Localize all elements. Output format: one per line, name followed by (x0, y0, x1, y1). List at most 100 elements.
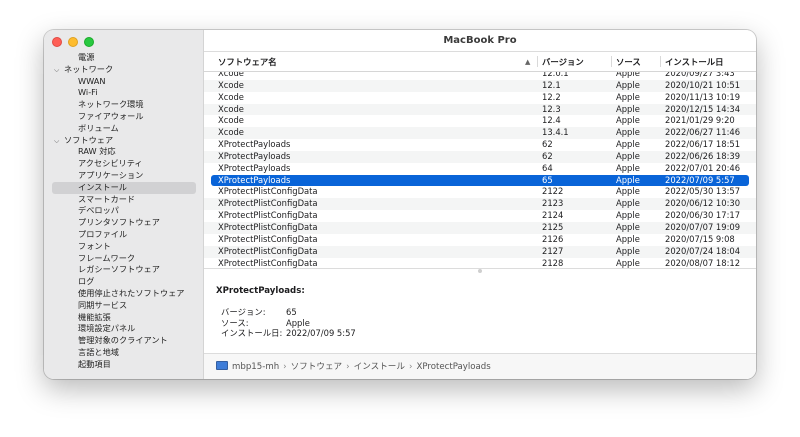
table-header: ソフトウェア名 ▲ バージョン ソース インストール日 (204, 52, 756, 72)
version-cell: 12.1 (542, 79, 561, 90)
breadcrumb-item[interactable]: インストール (354, 362, 405, 372)
sidebar-item[interactable]: 起動項目 (44, 359, 204, 371)
sidebar-item-label: 管理対象のクライアント (78, 335, 168, 346)
detail-title: XProtectPayloads: (216, 286, 305, 296)
chevron-down-icon[interactable]: ⌵ (54, 65, 64, 77)
name-cell: XProtectPayloads (218, 162, 291, 173)
column-header-version[interactable]: バージョン (542, 52, 584, 71)
software-table[interactable]: Xcode 12.0.1 Apple 2020/09/27 3:43 Xcode 12.1… (204, 72, 756, 268)
sidebar-item[interactable]: 同期サービス (44, 300, 204, 312)
column-separator[interactable] (611, 56, 612, 67)
sidebar-item[interactable]: フォント (44, 241, 204, 253)
table-row[interactable]: XProtectPlistConfigData 2124 Apple 2020/06/… (204, 210, 756, 222)
sidebar-item[interactable]: フレームワーク (44, 253, 204, 265)
sidebar-item-label: 言語と地域 (78, 346, 119, 357)
table-row[interactable]: XProtectPayloads 62 Apple 2022/06/26 18:39 (204, 150, 756, 163)
sidebar-item-label: 起動項目 (78, 358, 111, 369)
sidebar-item[interactable]: アプリケーション (44, 170, 204, 182)
breadcrumb-item[interactable]: ソフトウェア (291, 362, 343, 372)
table-row[interactable]: Xcode 13.4.1 Apple 2022/06/27 11:46 (204, 127, 756, 140)
source-cell: Apple (616, 245, 640, 256)
sidebar-item[interactable]: ログ (44, 276, 204, 288)
sidebar-item[interactable]: インストール (52, 181, 196, 194)
detail-pane: XProtectPayloads: バージョン: 65 ソース: Apple インストー… (204, 272, 756, 353)
version-cell: 12.3 (542, 103, 561, 114)
sidebar-group[interactable]: ⌵ ソフトウェア (44, 135, 204, 147)
sidebar-item-label: フレームワーク (78, 252, 136, 263)
version-cell: 2127 (542, 245, 564, 256)
sidebar-item[interactable]: ネットワーク環境 (44, 99, 204, 111)
close-window-button[interactable] (52, 37, 62, 47)
table-row[interactable]: XProtectPayloads 62 Apple 2022/06/17 18:51 (204, 139, 756, 151)
version-cell: 2122 (542, 186, 564, 197)
sidebar-item-label: WWAN (78, 75, 106, 86)
sidebar-group[interactable]: ⌵ ネットワーク (44, 64, 204, 76)
sidebar-item-label: レガシーソフトウェア (78, 264, 160, 275)
sidebar-item-label: ログ (78, 276, 95, 287)
sort-ascending-icon[interactable]: ▲ (525, 52, 530, 72)
source-cell: Apple (616, 72, 640, 78)
detail-label: インストール日: (221, 328, 283, 338)
source-cell: Apple (616, 150, 640, 161)
sidebar-item-label: RAW 対応 (78, 146, 116, 157)
table-row[interactable]: Xcode 12.1 Apple 2020/10/21 10:51 (204, 79, 756, 92)
sidebar-item[interactable]: ファイアウォール (44, 111, 204, 123)
breadcrumb-item[interactable]: mbp15-mh (232, 362, 279, 372)
sidebar-item[interactable]: レガシーソフトウェア (44, 264, 204, 276)
column-separator[interactable] (537, 56, 538, 67)
sidebar-item[interactable]: ボリューム (44, 123, 204, 135)
sidebar-item-label: 機能拡張 (78, 311, 111, 322)
sidebar-tree: 電源 ⌵ ネットワーク WWAN Wi-Fi ネットワーク環境 ファイアウォール ボリューム ⌵… (44, 52, 204, 371)
date-cell: 2022/07/01 20:46 (665, 162, 741, 173)
table-row[interactable]: Xcode 12.3 Apple 2020/12/15 14:34 (204, 103, 756, 116)
table-row[interactable]: XProtectPlistConfigData 2127 Apple 2020/07/… (204, 245, 756, 258)
sidebar-item[interactable]: アクセシビリティ (44, 158, 204, 170)
version-cell: 12.0.1 (542, 72, 569, 78)
source-cell: Apple (616, 127, 640, 138)
table-row[interactable]: Xcode 12.0.1 Apple 2020/09/27 3:43 (204, 72, 756, 80)
source-cell: Apple (616, 174, 640, 185)
table-row[interactable]: XProtectPlistConfigData 2122 Apple 2022/05/… (204, 186, 756, 198)
table-row[interactable]: XProtectPlistConfigData 2128 Apple 2020/08/… (204, 258, 756, 269)
zoom-window-button[interactable] (84, 37, 94, 47)
sidebar-item[interactable]: デベロッパ (44, 205, 204, 217)
version-cell: 62 (542, 150, 553, 161)
sidebar-item-label: スマートカード (78, 193, 136, 204)
table-row[interactable]: XProtectPlistConfigData 2123 Apple 2020/06/… (204, 198, 756, 211)
sidebar-item[interactable]: 管理対象のクライアント (44, 335, 204, 347)
sidebar-item[interactable]: 環境設定パネル (44, 323, 204, 335)
name-cell: XProtectPayloads (218, 150, 291, 161)
detail-field: バージョン: 65 (221, 307, 421, 318)
table-row[interactable]: XProtectPayloads 65 Apple 2022/07/09 5:57 (211, 174, 749, 187)
column-header-name[interactable]: ソフトウェア名 (218, 52, 277, 71)
column-separator[interactable] (660, 56, 661, 67)
sidebar-item[interactable]: 電源 (44, 52, 204, 64)
chevron-down-icon[interactable]: ⌵ (54, 136, 64, 148)
table-row[interactable]: Xcode 12.2 Apple 2020/11/13 10:19 (204, 92, 756, 104)
source-cell: Apple (616, 139, 640, 150)
sidebar-item[interactable]: Wi-Fi (44, 87, 204, 99)
sidebar-item[interactable]: WWAN (44, 76, 204, 88)
chevron-right-icon: › (346, 362, 350, 372)
sidebar-item[interactable]: プリンタソフトウェア (44, 217, 204, 229)
date-cell: 2020/07/15 9:08 (665, 233, 735, 244)
version-cell: 64 (542, 162, 553, 173)
name-cell: Xcode (218, 127, 244, 138)
sidebar-item[interactable]: スマートカード (44, 194, 204, 206)
name-cell: XProtectPlistConfigData (218, 221, 318, 232)
table-row[interactable]: XProtectPlistConfigData 2125 Apple 2020/07/… (204, 221, 756, 234)
date-cell: 2021/01/29 9:20 (665, 115, 735, 126)
table-row[interactable]: XProtectPayloads 64 Apple 2022/07/01 20:46 (204, 163, 756, 175)
sidebar-item-label: 電源 (78, 52, 95, 62)
table-row[interactable]: Xcode 12.4 Apple 2021/01/29 9:20 (204, 115, 756, 127)
column-header-source[interactable]: ソース (616, 52, 641, 71)
sidebar-item[interactable]: プロファイル (44, 229, 204, 241)
sidebar-item[interactable]: 使用停止されたソフトウェア (44, 288, 204, 300)
breadcrumb-item[interactable]: XProtectPayloads (416, 362, 490, 372)
column-header-install-date[interactable]: インストール日 (665, 52, 723, 71)
sidebar-item[interactable]: 言語と地域 (44, 347, 204, 359)
sidebar-item[interactable]: RAW 対応 (44, 146, 204, 158)
sidebar-item[interactable]: 機能拡張 (44, 312, 204, 324)
table-row[interactable]: XProtectPlistConfigData 2126 Apple 2020/07/… (204, 234, 756, 246)
minimize-window-button[interactable] (68, 37, 78, 47)
